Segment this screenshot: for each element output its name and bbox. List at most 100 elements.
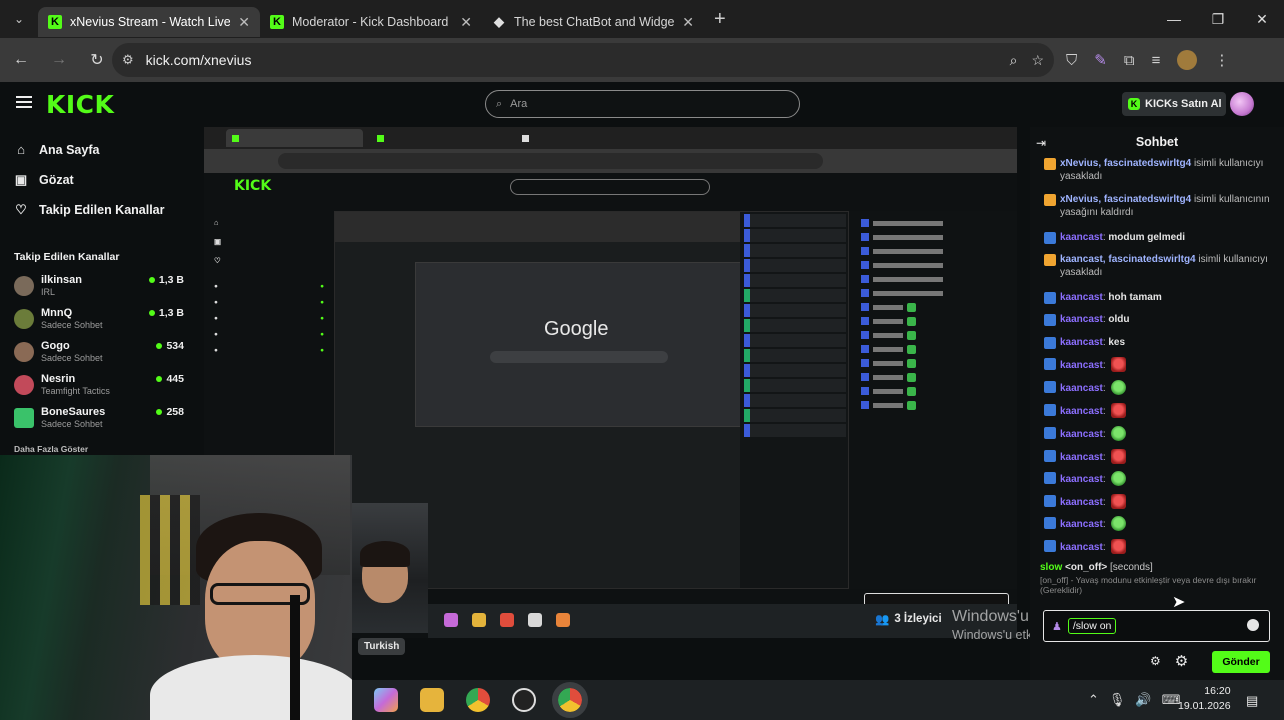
- close-tab-icon[interactable]: ✕: [682, 14, 694, 31]
- new-tab-icon[interactable]: +: [714, 8, 726, 31]
- media-control-icon[interactable]: ≡: [1152, 52, 1161, 69]
- puzzle-extensions-icon[interactable]: ⧉: [1124, 52, 1135, 69]
- chat-username[interactable]: kaancast, fascinatedswirltg4: [1060, 254, 1196, 265]
- chat-username[interactable]: kaancast: [1060, 292, 1103, 303]
- chat-username[interactable]: kaancast: [1060, 360, 1103, 371]
- chat-message[interactable]: kaancast:: [1044, 449, 1274, 464]
- chat-settings-icon[interactable]: ⚙: [1175, 652, 1188, 670]
- tab-chatbot-widgets[interactable]: ◆ The best ChatBot and Widgets ✕: [482, 7, 704, 37]
- chat-message[interactable]: kaancast: hoh tamam: [1044, 291, 1274, 304]
- chat-username[interactable]: kaancast: [1060, 337, 1103, 348]
- chat-message[interactable]: xNevius, fascinatedswirltg4 isimli kulla…: [1044, 193, 1274, 219]
- chrome-active-icon[interactable]: [552, 682, 588, 718]
- browser-menu-icon[interactable]: ⋮: [1214, 51, 1229, 69]
- kick-logo[interactable]: KICK: [46, 90, 114, 119]
- chat-username[interactable]: kaancast: [1060, 406, 1103, 417]
- volume-icon[interactable]: 🔊: [1135, 692, 1151, 708]
- extensions-area: ⛉ ✎ ⧉ ≡ ⋮: [1066, 38, 1229, 82]
- settings-gear-icon[interactable]: ⚙: [1150, 654, 1161, 668]
- shield-extension-icon[interactable]: ⛉: [1066, 52, 1077, 69]
- chat-message[interactable]: kaancast: modum gelmedi: [1044, 231, 1274, 244]
- chat-message[interactable]: kaancast: oldu: [1044, 313, 1274, 326]
- close-tab-icon[interactable]: ✕: [238, 14, 250, 31]
- chat-message[interactable]: kaancast:: [1044, 539, 1274, 554]
- chat-message-text: hoh tamam: [1108, 292, 1162, 303]
- tray-chevron-icon[interactable]: ⌃: [1088, 692, 1099, 708]
- captured-tab: [371, 129, 508, 147]
- chat-message[interactable]: kaancast:: [1044, 494, 1274, 509]
- chat-username[interactable]: kaancast: [1060, 383, 1103, 394]
- channel-item-mnnq[interactable]: MnnQ Sadece Sohbet 1,3 B: [14, 305, 184, 335]
- chat-message-body: kaancast: oldu: [1060, 314, 1130, 325]
- sidebar-item-browse[interactable]: ▣ Gözat: [14, 172, 74, 188]
- tab-moderator-dashboard[interactable]: K Moderator - Kick Dashboard ✕: [260, 7, 482, 37]
- chat-username[interactable]: kaancast: [1060, 497, 1103, 508]
- address-bar[interactable]: ⚙ kick.com/xnevius ⌕ ☆: [112, 43, 1054, 77]
- chat-username[interactable]: kaancast: [1060, 314, 1103, 325]
- avatar[interactable]: [1230, 92, 1254, 116]
- file-explorer-icon[interactable]: [420, 688, 444, 712]
- channel-item-bonesaures[interactable]: BoneSaures Sadece Sohbet 258: [14, 404, 184, 434]
- chat-username[interactable]: kaancast: [1060, 542, 1103, 553]
- user-badge-icon: [1044, 540, 1056, 552]
- chrome-icon[interactable]: [466, 688, 490, 712]
- language-tag[interactable]: Turkish: [358, 638, 406, 655]
- chat-message[interactable]: kaancast: kes: [1044, 336, 1274, 349]
- chat-username[interactable]: kaancast: [1060, 429, 1103, 440]
- chat-message[interactable]: kaancast:: [1044, 380, 1274, 395]
- show-more-link[interactable]: Daha Fazla Göster: [14, 444, 88, 454]
- chat-message[interactable]: kaancast:: [1044, 403, 1274, 418]
- chat-message[interactable]: kaancast:: [1044, 471, 1274, 486]
- back-icon[interactable]: ←: [4, 43, 38, 77]
- chat-message-text: modum gelmedi: [1108, 232, 1186, 243]
- taskbar-clock[interactable]: 16:20 19.01.2026: [1178, 684, 1231, 714]
- obs-icon[interactable]: [512, 688, 536, 712]
- channel-item-ilkinsan[interactable]: ilkinsan IRL 1,3 B: [14, 272, 184, 302]
- chat-username[interactable]: kaancast: [1060, 452, 1103, 463]
- channel-item-gogo[interactable]: Gogo Sadece Sohbet 534: [14, 338, 184, 368]
- chat-username[interactable]: kaancast: [1060, 519, 1103, 530]
- site-settings-icon[interactable]: ⚙: [122, 52, 134, 68]
- reload-icon[interactable]: ↻: [80, 43, 114, 77]
- chat-message-body: xNevius, fascinatedswirltg4 isimli kulla…: [1060, 157, 1274, 183]
- minimize-icon[interactable]: —: [1152, 0, 1196, 38]
- buy-kicks-button[interactable]: K KICKs Satın Al: [1122, 92, 1226, 116]
- command-suggestion[interactable]: slow <on_off> [seconds] [on_off] - Yavaş…: [1040, 562, 1270, 604]
- restore-icon[interactable]: ❐: [1196, 0, 1240, 38]
- chat-message[interactable]: kaancast, fascinatedswirltg4 isimli kull…: [1044, 253, 1274, 279]
- chat-username[interactable]: kaancast: [1060, 474, 1103, 485]
- pen-extension-icon[interactable]: ✎: [1094, 51, 1107, 69]
- forward-icon[interactable]: →: [42, 43, 76, 77]
- chat-message[interactable]: kaancast:: [1044, 357, 1274, 372]
- close-tab-icon[interactable]: ✕: [460, 14, 472, 31]
- close-window-icon[interactable]: ✕: [1240, 0, 1284, 38]
- browser-tab-bar: ⌄ K xNevius Stream - Watch Live on ✕ K M…: [0, 0, 1284, 38]
- notifications-icon[interactable]: ▤: [1246, 693, 1258, 709]
- zoom-icon[interactable]: ⌕: [1010, 52, 1018, 69]
- user-badge-icon: [1044, 472, 1056, 484]
- chat-message[interactable]: kaancast:: [1044, 426, 1274, 441]
- search-input[interactable]: ⌕ Ara: [485, 90, 800, 118]
- tab-search-icon[interactable]: ⌄: [0, 0, 38, 38]
- bookmark-star-icon[interactable]: ☆: [1031, 52, 1044, 69]
- menu-icon[interactable]: [16, 96, 32, 108]
- sidebar-item-home[interactable]: ⌂ Ana Sayfa: [14, 142, 99, 157]
- chat-message[interactable]: xNevius, fascinatedswirltg4 isimli kulla…: [1044, 157, 1274, 183]
- chat-username[interactable]: xNevius, fascinatedswirltg4: [1060, 158, 1191, 169]
- chat-input[interactable]: ♟ /slow on: [1043, 610, 1270, 642]
- send-button[interactable]: Gönder: [1212, 651, 1270, 673]
- channel-item-nesrin[interactable]: Nesrin Teamfight Tactics 445: [14, 371, 184, 401]
- chat-username[interactable]: kaancast: [1060, 232, 1103, 243]
- chat-username[interactable]: xNevius, fascinatedswirltg4: [1060, 194, 1191, 205]
- channel-name: Nesrin: [41, 373, 76, 385]
- chat-message[interactable]: kaancast:: [1044, 516, 1274, 531]
- sidebar-item-following[interactable]: ♡ Takip Edilen Kanallar: [14, 202, 164, 218]
- microphone-icon[interactable]: 🎙: [1109, 692, 1126, 708]
- captured-tab: [226, 129, 363, 147]
- emoji-icon[interactable]: [1247, 619, 1259, 631]
- browser-profile-avatar[interactable]: [1177, 50, 1198, 70]
- tab-xnevius-stream[interactable]: K xNevius Stream - Watch Live on ✕: [38, 7, 260, 37]
- captured-search: [510, 179, 710, 195]
- channel-category: Teamfight Tactics: [41, 386, 110, 396]
- copilot-icon[interactable]: [374, 688, 398, 712]
